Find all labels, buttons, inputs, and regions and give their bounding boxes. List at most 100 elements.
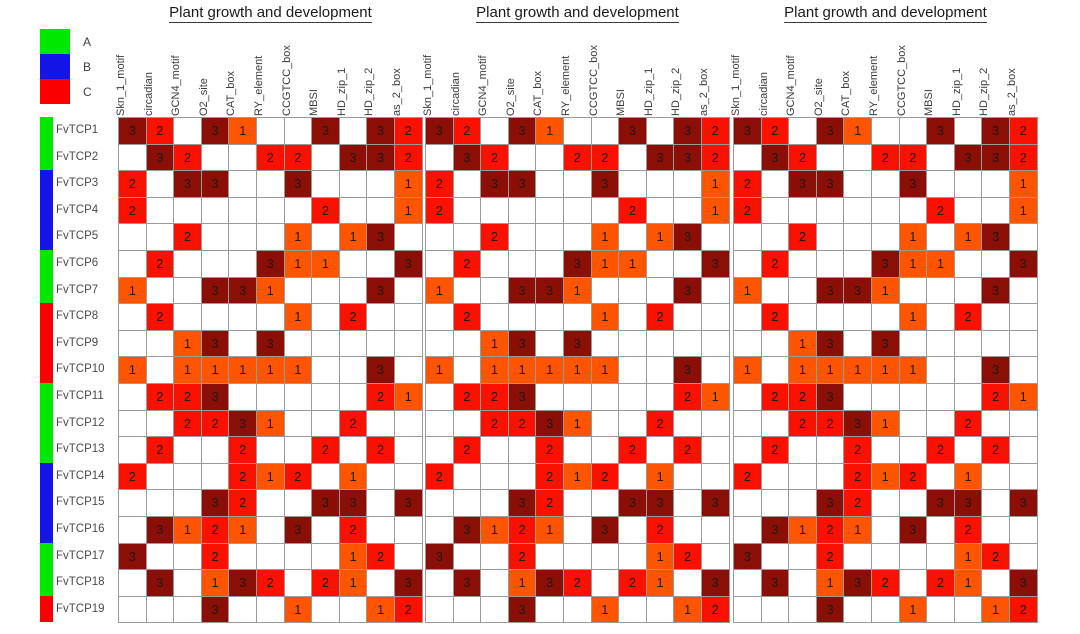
heatmap-cell[interactable]: 1 [119,277,147,305]
heatmap-cell[interactable]: 3 [646,490,675,517]
heatmap-cell[interactable]: 1 [591,596,620,624]
heatmap-cell[interactable] [394,516,423,544]
heatmap-cell[interactable] [899,383,928,411]
heatmap-cell[interactable] [899,410,928,438]
heatmap-cell[interactable]: 3 [229,277,257,305]
heatmap-cell[interactable] [508,304,537,331]
heatmap-cell[interactable]: 3 [367,357,395,384]
heatmap-cell[interactable] [367,197,395,225]
heatmap-cell[interactable] [426,410,454,438]
heatmap-cell[interactable]: 2 [536,437,564,464]
heatmap-cell[interactable]: 1 [229,118,257,145]
heatmap-cell[interactable]: 2 [119,171,147,198]
heatmap-cell[interactable] [954,330,983,358]
heatmap-cell[interactable] [312,383,340,411]
heatmap-cell[interactable]: 1 [954,463,983,491]
heatmap-cell[interactable] [734,144,762,172]
heatmap-cell[interactable] [256,304,285,331]
heatmap-cell[interactable]: 1 [256,277,285,305]
heatmap-cell[interactable] [982,516,1010,544]
heatmap-cell[interactable]: 3 [954,144,983,172]
heatmap-cell[interactable]: 3 [982,144,1010,172]
heatmap-cell[interactable]: 2 [844,463,872,491]
heatmap-cell[interactable] [394,277,423,305]
heatmap-cell[interactable] [927,463,955,491]
heatmap-cell[interactable] [201,144,230,172]
heatmap-cell[interactable]: 1 [394,171,423,198]
heatmap-cell[interactable] [508,197,537,225]
heatmap-cell[interactable] [982,330,1010,358]
heatmap-cell[interactable] [367,330,395,358]
heatmap-cell[interactable] [563,197,592,225]
heatmap-cell[interactable]: 2 [536,463,564,491]
heatmap-cell[interactable] [229,330,257,358]
heatmap-cell[interactable] [201,224,230,251]
heatmap-cell[interactable]: 2 [394,144,423,172]
heatmap-cell[interactable] [536,596,564,624]
heatmap-cell[interactable]: 3 [844,410,872,438]
heatmap-cell[interactable]: 2 [591,463,620,491]
heatmap-cell[interactable]: 3 [284,171,313,198]
heatmap-cell[interactable]: 1 [789,330,817,358]
heatmap-cell[interactable]: 1 [591,357,620,384]
heatmap-cell[interactable] [954,250,983,278]
heatmap-cell[interactable] [536,144,564,172]
heatmap-cell[interactable] [1009,543,1038,571]
heatmap-cell[interactable]: 1 [734,277,762,305]
heatmap-cell[interactable]: 1 [954,224,983,251]
heatmap-cell[interactable] [619,596,647,624]
heatmap-cell[interactable] [816,144,845,172]
heatmap-cell[interactable] [426,144,454,172]
heatmap-cell[interactable] [453,277,482,305]
heatmap-cell[interactable]: 2 [927,197,955,225]
heatmap-cell[interactable]: 1 [367,596,395,624]
heatmap-cell[interactable] [674,410,702,438]
heatmap-cell[interactable]: 1 [1009,383,1038,411]
heatmap-cell[interactable]: 1 [174,357,202,384]
heatmap-cell[interactable]: 2 [789,410,817,438]
heatmap-cell[interactable]: 3 [734,543,762,571]
heatmap-cell[interactable]: 3 [201,490,230,517]
heatmap-cell[interactable] [174,490,202,517]
heatmap-cell[interactable]: 2 [761,383,790,411]
heatmap-cell[interactable] [453,463,482,491]
heatmap-cell[interactable]: 3 [453,516,482,544]
heatmap-cell[interactable]: 3 [312,490,340,517]
heatmap-cell[interactable] [367,304,395,331]
heatmap-cell[interactable] [536,224,564,251]
heatmap-cell[interactable]: 1 [982,596,1010,624]
heatmap-cell[interactable] [119,437,147,464]
heatmap-cell[interactable]: 3 [701,250,730,278]
heatmap-cell[interactable]: 2 [734,463,762,491]
heatmap-cell[interactable] [701,463,730,491]
heatmap-cell[interactable]: 3 [816,118,845,145]
heatmap-cell[interactable]: 2 [426,463,454,491]
heatmap-cell[interactable] [201,250,230,278]
heatmap-cell[interactable] [591,543,620,571]
heatmap-cell[interactable] [844,383,872,411]
heatmap-cell[interactable] [816,224,845,251]
heatmap-cell[interactable]: 3 [761,570,790,597]
heatmap-cell[interactable]: 1 [954,543,983,571]
heatmap-cell[interactable] [339,171,368,198]
heatmap-cell[interactable] [146,463,175,491]
heatmap-cell[interactable]: 2 [761,250,790,278]
heatmap-cell[interactable] [674,304,702,331]
heatmap-cell[interactable]: 3 [927,118,955,145]
heatmap-cell[interactable]: 1 [426,357,454,384]
heatmap-cell[interactable] [394,437,423,464]
heatmap-cell[interactable]: 2 [789,144,817,172]
heatmap-cell[interactable] [563,490,592,517]
heatmap-cell[interactable]: 3 [761,516,790,544]
heatmap-cell[interactable] [536,330,564,358]
heatmap-cell[interactable]: 2 [426,171,454,198]
heatmap-cell[interactable] [312,144,340,172]
heatmap-cell[interactable]: 2 [508,410,537,438]
heatmap-cell[interactable] [761,596,790,624]
heatmap-cell[interactable]: 3 [734,118,762,145]
heatmap-cell[interactable]: 2 [119,463,147,491]
heatmap-cell[interactable]: 2 [481,383,509,411]
heatmap-cell[interactable] [367,490,395,517]
heatmap-cell[interactable]: 3 [591,171,620,198]
heatmap-cell[interactable]: 1 [563,277,592,305]
